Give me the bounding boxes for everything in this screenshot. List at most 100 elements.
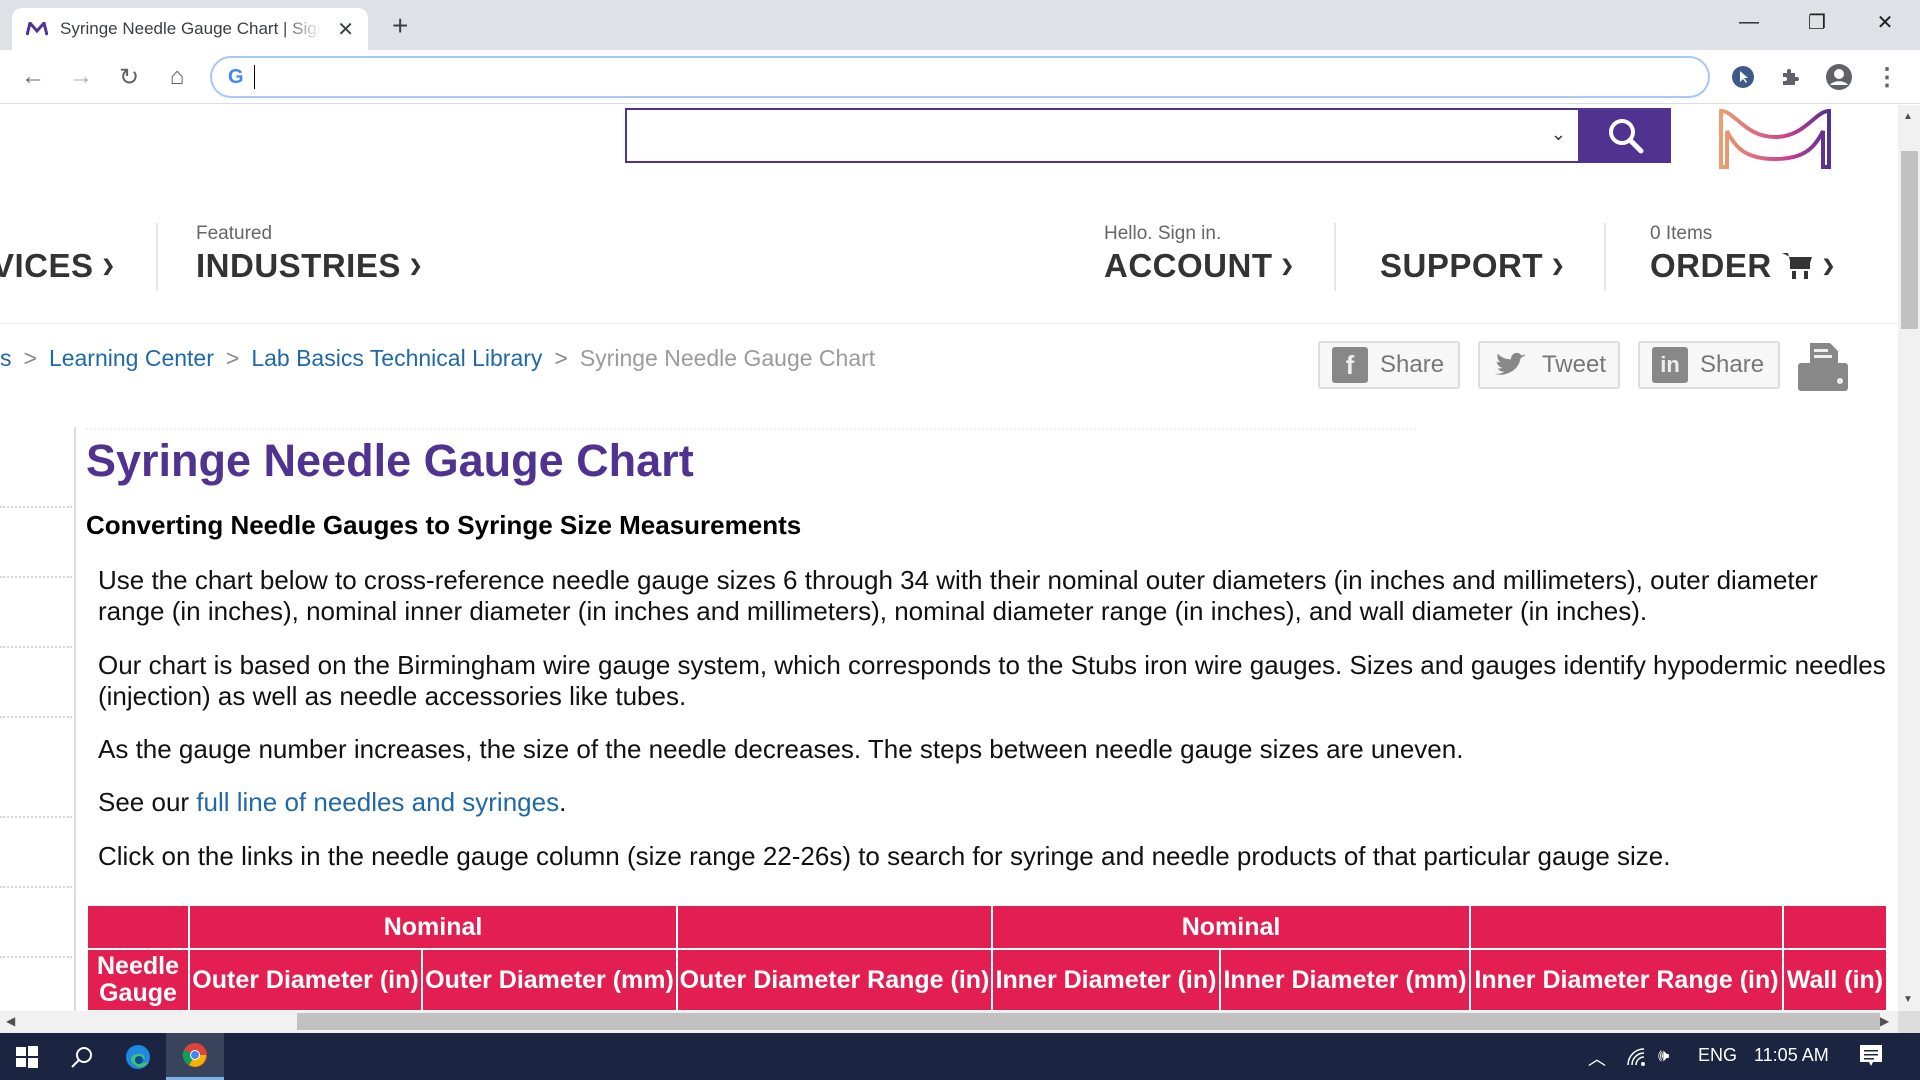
nav-support-caption [1380, 223, 1565, 247]
tab-close-icon[interactable]: ✕ [337, 17, 354, 42]
wifi-icon[interactable] [1626, 1047, 1648, 1067]
browser-toolbar: ← → ↻ ⌂ G ⋮ [0, 50, 1920, 104]
nav-industries[interactable]: Featured INDUSTRIES ❯ [196, 223, 423, 285]
group-header-cell [86, 904, 190, 950]
scroll-left-arrow-icon[interactable]: ◀ [6, 1014, 15, 1028]
group-header-cell [676, 904, 993, 950]
restore-button[interactable]: ❐ [1794, 6, 1840, 38]
windows-logo-icon [16, 1045, 38, 1068]
see-our-paragraph: See our full line of needles and syringe… [98, 787, 1888, 818]
gauge-size-paragraph: As the gauge number increases, the size … [98, 734, 1464, 764]
site-search-input[interactable]: ⌄ [625, 108, 1580, 163]
action-center-icon[interactable] [1858, 1043, 1884, 1069]
col-inner-diameter-range: Inner Diameter Range (in) [1469, 948, 1784, 1011]
tray-overflow-chevron-icon[interactable]: ︿ [1588, 1045, 1606, 1071]
nav-divider [156, 223, 158, 291]
nav-industries-label: INDUSTRIES [196, 247, 401, 284]
browser-tab-active[interactable]: Syringe Needle Gauge Chart | Sigma-Aldri… [12, 8, 368, 50]
nav-order[interactable]: 0 Items ORDER ❯ [1650, 223, 1836, 285]
site-search-button[interactable] [1580, 108, 1671, 163]
merck-logo[interactable] [1715, 107, 1835, 171]
page-subtitle: Converting Needle Gauges to Syringe Size… [86, 510, 802, 540]
chevron-down-icon: ❯ [1821, 258, 1836, 275]
page-title: Syringe Needle Gauge Chart [86, 435, 694, 486]
horizontal-scroll-thumb[interactable] [297, 1013, 1880, 1030]
breadcrumb-lab-basics[interactable]: Lab Basics Technical Library [251, 345, 542, 372]
start-button[interactable] [0, 1033, 54, 1080]
nav-services-caption [0, 223, 115, 247]
breadcrumb-separator: > [23, 345, 37, 371]
search-scope-chevron-icon[interactable]: ⌄ [1551, 124, 1566, 145]
profile-icon[interactable] [1825, 63, 1853, 91]
vertical-scroll-thumb[interactable] [1901, 151, 1918, 329]
page-viewport: ⌄ VICES ❯ Featured INDUSTRIES ❯ Hello. Sig… [0, 105, 1898, 1011]
nav-account[interactable]: Hello. Sign in. ACCOUNT ❯ [1104, 223, 1294, 285]
tab-title: Syringe Needle Gauge Chart | Sigma-Aldri… [60, 19, 322, 38]
search-icon [1608, 118, 1643, 153]
needle-gauge-table: Nominal Nominal Needle Gauge Outer Diame… [86, 904, 1888, 1011]
scroll-up-arrow-icon[interactable]: ▲ [1903, 111, 1913, 122]
taskbar-chrome-button[interactable] [166, 1033, 224, 1080]
linkedin-share-button[interactable]: in Share [1638, 341, 1780, 389]
needles-syringes-link[interactable]: full line of needles and syringes [196, 787, 559, 817]
chevron-down-icon: ❯ [101, 258, 116, 275]
col-inner-diameter-mm: Inner Diameter (mm) [1219, 948, 1471, 1011]
table-group-header-row: Nominal Nominal [86, 904, 1888, 950]
volume-icon[interactable]: 🕪 [1658, 1045, 1669, 1066]
scrollbar-corner [1898, 1011, 1920, 1033]
extensions-puzzle-icon[interactable] [1777, 63, 1805, 91]
cursor-extension-icon[interactable] [1729, 63, 1757, 91]
content-border [74, 427, 76, 1011]
browser-tab-strip: Syringe Needle Gauge Chart | Sigma-Aldri… [0, 0, 1920, 50]
print-icon[interactable] [1796, 341, 1850, 393]
facebook-share-label: Share [1380, 351, 1445, 378]
left-sidebar [0, 427, 74, 1011]
see-our-prefix: See our [98, 787, 197, 817]
twitter-bird-icon [1493, 352, 1527, 375]
nav-services[interactable]: VICES ❯ [0, 223, 115, 285]
nav-account-label: ACCOUNT [1104, 247, 1273, 284]
system-clock[interactable]: 11:05 AM [1754, 1045, 1829, 1066]
forward-button[interactable]: → [66, 62, 96, 92]
new-tab-button[interactable]: + [392, 10, 408, 42]
nav-divider [1334, 223, 1336, 291]
linkedin-share-label: Share [1700, 351, 1765, 378]
nav-support-label: SUPPORT [1380, 247, 1544, 284]
group-header-cell [1469, 904, 1784, 950]
reload-button[interactable]: ↻ [114, 62, 144, 92]
breadcrumb-learning-center[interactable]: Learning Center [49, 345, 214, 372]
taskbar-edge-button[interactable] [110, 1033, 166, 1080]
twitter-tweet-button[interactable]: Tweet [1478, 341, 1620, 389]
chevron-down-icon: ❯ [408, 258, 423, 275]
home-button[interactable]: ⌂ [162, 62, 192, 92]
nav-order-label: ORDER [1650, 247, 1772, 284]
chevron-down-icon: ❯ [1551, 258, 1565, 275]
scroll-right-arrow-icon[interactable]: ▶ [1880, 1014, 1889, 1028]
facebook-share-button[interactable]: f Share [1318, 341, 1460, 389]
group-header-nominal-inner: Nominal [991, 904, 1471, 950]
vertical-scrollbar[interactable]: ▲ ▼ [1898, 105, 1920, 1011]
breadcrumb-item[interactable]: s [0, 345, 12, 372]
menu-kebab-icon[interactable]: ⋮ [1873, 63, 1901, 91]
back-button[interactable]: ← [18, 62, 48, 92]
nav-support[interactable]: SUPPORT ❯ [1380, 223, 1565, 285]
intro-paragraph: Use the chart below to cross-reference n… [98, 565, 1818, 626]
scroll-down-arrow-icon[interactable]: ▼ [1903, 994, 1913, 1005]
google-g-icon: G [228, 65, 244, 88]
table-column-header-row: Needle Gauge Outer Diameter (in) Outer D… [86, 948, 1888, 1011]
breadcrumb: s > Learning Center > Lab Basics Technic… [0, 345, 875, 372]
close-window-button[interactable]: ✕ [1862, 6, 1908, 38]
col-needle-gauge: Needle Gauge [86, 948, 190, 1011]
address-bar[interactable]: G [210, 56, 1710, 98]
birmingham-paragraph: Our chart is based on the Birmingham wir… [98, 650, 1886, 711]
chrome-browser-icon [182, 1043, 207, 1067]
taskbar-search-button[interactable] [54, 1033, 110, 1080]
minimize-button[interactable]: — [1726, 6, 1772, 38]
breadcrumb-current: Syringe Needle Gauge Chart [579, 345, 876, 371]
edge-browser-icon [126, 1044, 150, 1069]
breadcrumb-separator: > [225, 345, 240, 371]
merck-m-icon [26, 22, 48, 36]
horizontal-scrollbar[interactable]: ◀ ▶ [0, 1011, 1898, 1033]
input-language[interactable]: ENG [1698, 1045, 1737, 1066]
see-our-suffix: . [559, 787, 567, 817]
